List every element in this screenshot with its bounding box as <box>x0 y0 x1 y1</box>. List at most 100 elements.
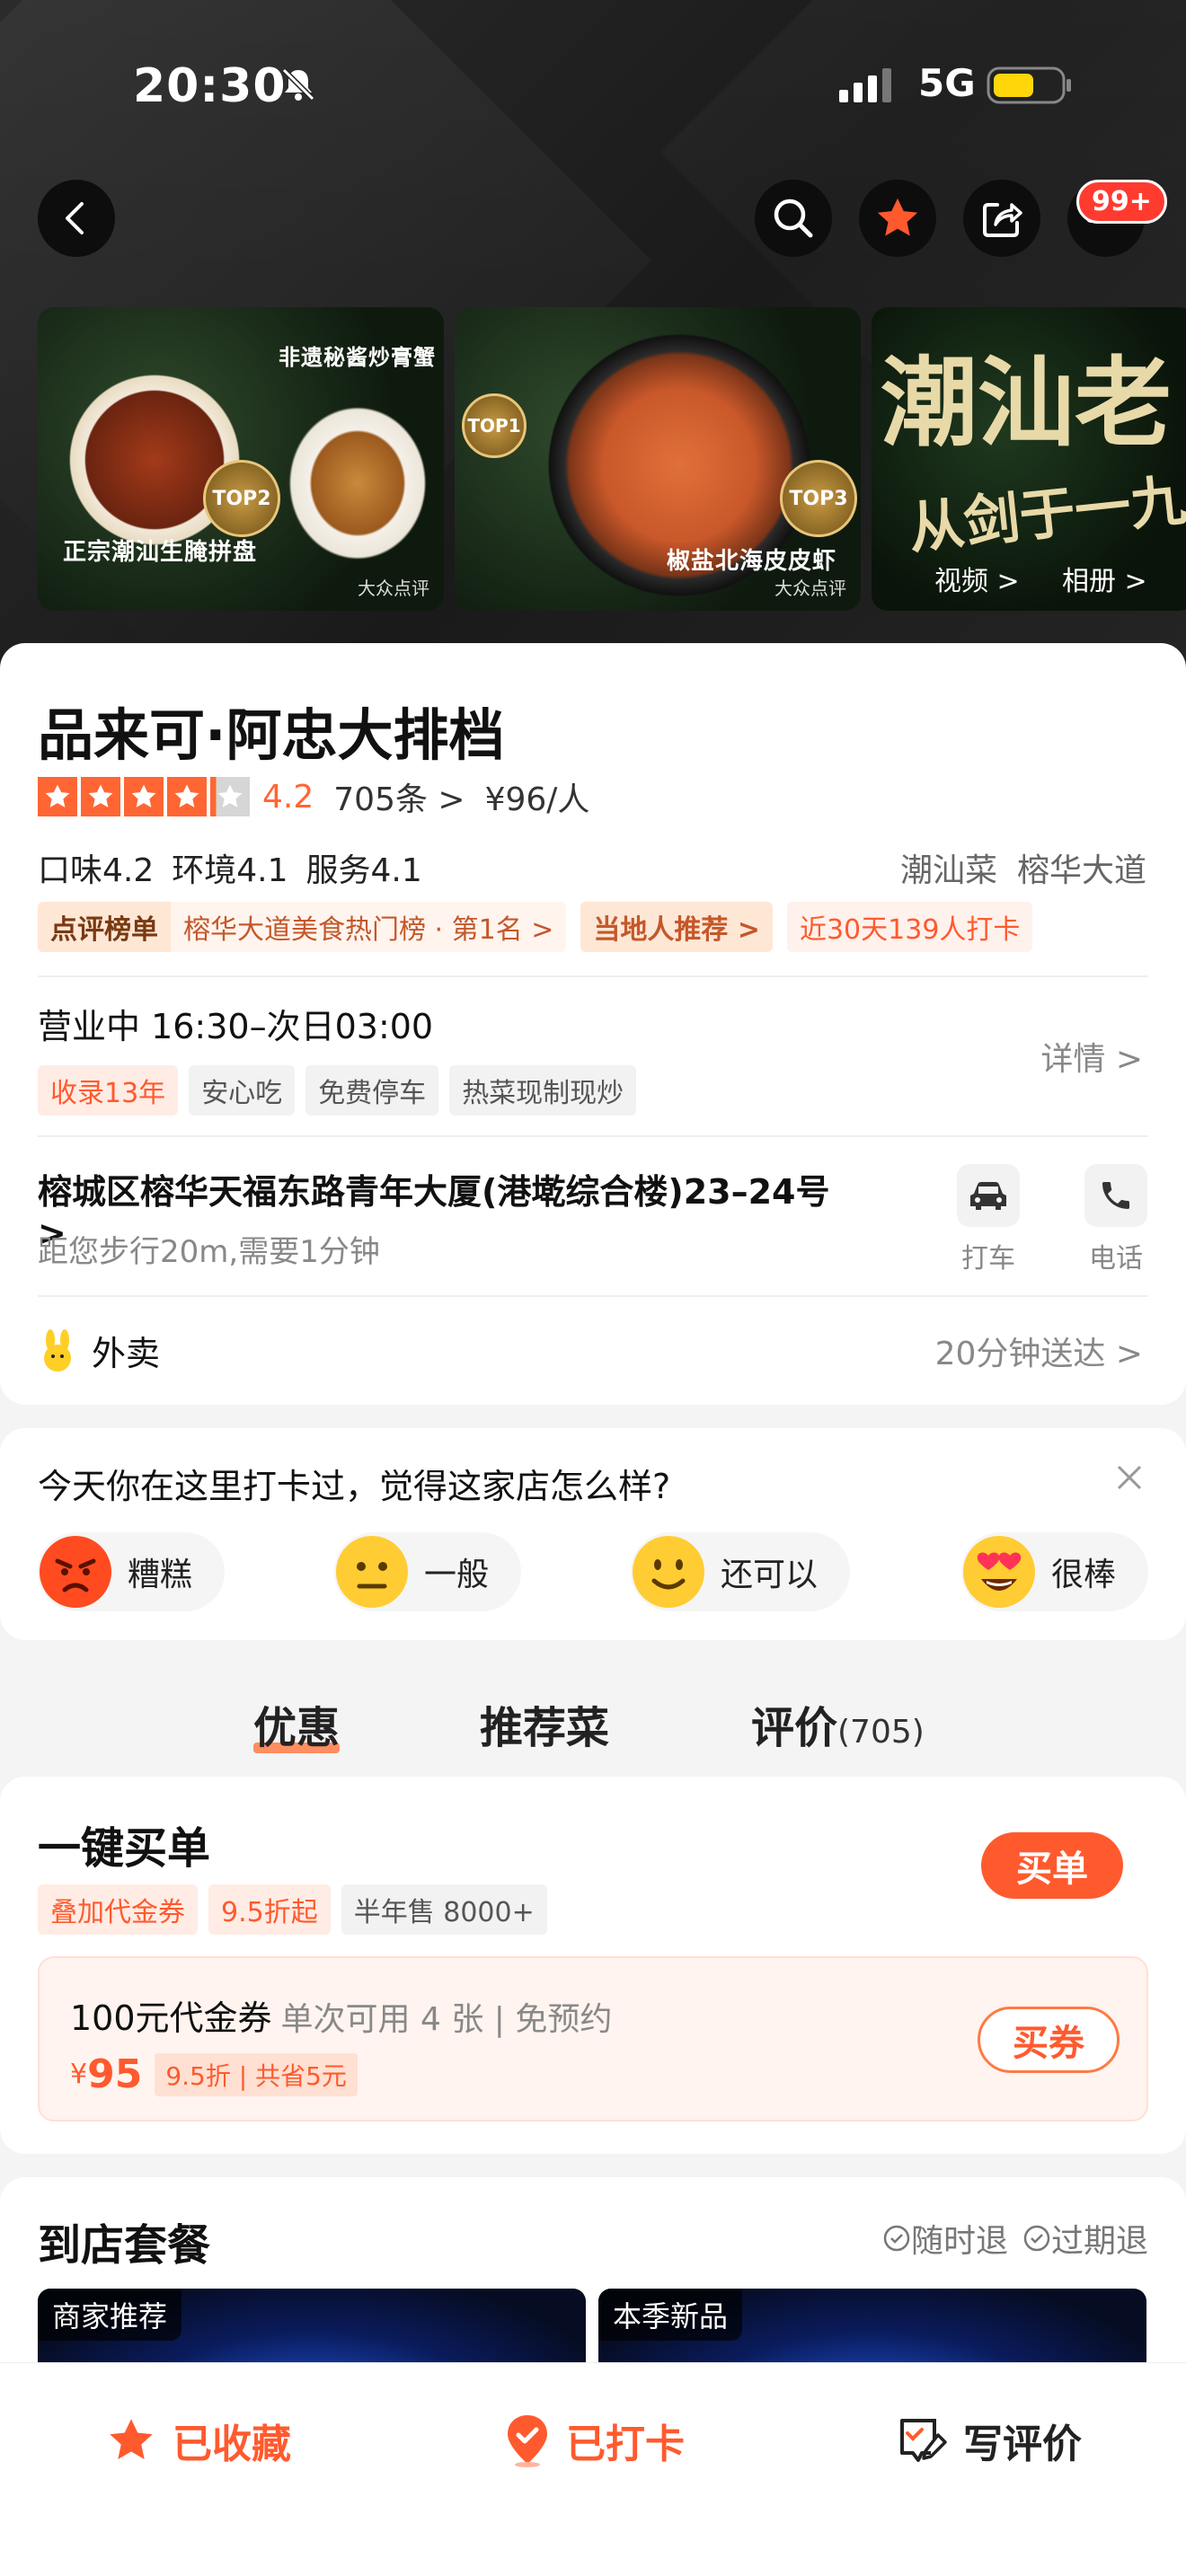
hours-detail-link[interactable]: 详情 > <box>1040 1033 1143 1080</box>
status-bar: 20:30 5G <box>0 54 1186 126</box>
watermark: 大众点评 <box>358 578 429 599</box>
buy-voucher-button[interactable]: 买券 <box>978 2007 1120 2073</box>
category-cuisine[interactable]: 潮汕菜 <box>900 852 997 889</box>
score-service: 服务4.1 <box>305 852 422 889</box>
feedback-option-average[interactable]: 一般 <box>334 1532 522 1611</box>
photo-caption: 椒盐北海皮皮虾 <box>667 548 837 575</box>
gallery-photo-1[interactable]: 非遗秘酱炒膏蟹 正宗潮汕生腌拼盘 TOP2 大众点评 <box>38 307 444 611</box>
status-time: 20:30 <box>133 59 287 113</box>
quick-pay-tags: 叠加代金券 9.5折起 半年售 8000+ <box>38 1884 547 1935</box>
check-circle-icon <box>883 2225 910 2252</box>
pay-bill-button[interactable]: 买单 <box>981 1832 1123 1899</box>
star-icon <box>167 777 207 816</box>
star-rating <box>38 777 250 816</box>
star-icon <box>38 777 77 816</box>
taxi-button[interactable]: 打车 <box>943 1164 1033 1275</box>
car-icon <box>957 1164 1020 1227</box>
score-taste: 口味4.2 <box>38 852 155 889</box>
rating-score: 4.2 <box>262 778 314 816</box>
photo-caption: 非遗秘酱炒膏蟹 <box>279 345 436 370</box>
cell-signal-icon <box>839 68 891 102</box>
rank-label[interactable]: 点评榜单 <box>38 902 171 952</box>
favorite-button[interactable] <box>859 180 936 257</box>
quick-pay-title: 一键买单 <box>38 1823 211 1874</box>
policy-refund-anytime: 随时退 <box>882 2215 1008 2262</box>
mute-bell-icon <box>281 67 315 101</box>
voucher-item[interactable]: 100元代金券 单次可用 4 张 | 免预约 ¥ 95 9.5折 | 共省5元 买… <box>38 1956 1148 2122</box>
feedback-options: 糟糕 一般 还可以 很棒 <box>38 1532 1148 1611</box>
phone-button[interactable]: 电话 <box>1071 1164 1161 1275</box>
policy-refund-expired: 过期退 <box>1022 2215 1148 2262</box>
photo-caption: 正宗潮汕生腌拼盘 <box>63 539 258 566</box>
checkin-feedback-card: 今天你在这里打卡过，觉得这家店怎么样? 糟糕 一般 还可以 很棒 <box>0 1428 1186 1640</box>
score-environment: 环境4.1 <box>172 852 288 889</box>
local-recommend-tag[interactable]: 当地人推荐 > <box>580 902 773 952</box>
review-count-link[interactable]: 705条 > <box>333 773 465 820</box>
shop-info-card: 品来可·阿忠大排档 4.2 705条 > ¥96/人 口味4.2 环境4.1 服务4… <box>0 643 1186 1405</box>
takeout-label: 外卖 <box>92 1334 161 1373</box>
gallery-photo-3[interactable]: 潮汕老 从剑于一九 视频 > 相册 > <box>872 307 1186 611</box>
takeout-row[interactable]: 外卖 <box>38 1326 160 1375</box>
avg-price: ¥96/人 <box>484 781 590 818</box>
deal-tag: 叠加代金券 <box>38 1884 198 1935</box>
voucher-title: 100元代金券 <box>70 1998 272 2038</box>
voucher-discount: 9.5折 | 共省5元 <box>155 2052 358 2096</box>
feedback-question: 今天你在这里打卡过，觉得这家店怎么样? <box>38 1467 671 1506</box>
star-icon <box>81 777 120 816</box>
quick-pay-card: 一键买单 买单 叠加代金券 9.5折起 半年售 8000+ 100元代金券 单次可… <box>0 1777 1186 2154</box>
taxi-label: 打车 <box>961 1243 1015 1275</box>
ranking-tags: 点评榜单 榕华大道美食热门榜 · 第1名 > 当地人推荐 > 近30天139人打… <box>38 902 1033 952</box>
feedback-label: 糟糕 <box>128 1557 193 1593</box>
check-circle-icon <box>1023 2225 1050 2252</box>
rank-text[interactable]: 榕华大道美食热门榜 · 第1名 > <box>171 902 567 952</box>
album-link[interactable]: 相册 > <box>1062 559 1147 598</box>
video-link[interactable]: 视频 > <box>934 559 1020 598</box>
angry-face-icon <box>40 1536 111 1608</box>
calligraphy-subtitle: 从剑于一九 <box>905 466 1186 561</box>
tab-recommended-dishes[interactable]: 推荐菜 <box>480 1692 609 1755</box>
checked-in-button[interactable]: 已打卡 <box>503 2412 685 2469</box>
phone-label: 电话 <box>1089 1243 1143 1275</box>
feedback-option-great[interactable]: 很棒 <box>961 1532 1148 1611</box>
feedback-option-bad[interactable]: 糟糕 <box>38 1532 226 1611</box>
neutral-face-icon <box>336 1536 408 1608</box>
package-label: 商家推荐 <box>38 2289 182 2341</box>
refund-policies: 随时退 过期退 <box>882 2215 1148 2262</box>
back-arrow-icon <box>66 202 84 234</box>
search-button[interactable] <box>755 180 832 257</box>
rank-medal: TOP2 <box>203 460 280 537</box>
category-area[interactable]: 榕华大道 <box>1017 852 1146 889</box>
checkin-count-tag: 近30天139人打卡 <box>786 902 1033 952</box>
tab-label: 评价 <box>751 1703 838 1753</box>
delivery-time[interactable]: 20分钟送达 > <box>935 1328 1143 1374</box>
bottom-action-bar: 已收藏 已打卡 写评价 <box>0 2362 1186 2576</box>
business-hours: 营业中 16:30–次日03:00 <box>38 1007 434 1046</box>
feature-chip: 收录13年 <box>38 1065 179 1116</box>
walking-distance: 距您步行20m,需要1分钟 <box>38 1234 380 1270</box>
gallery-photo-2[interactable]: TOP1 TOP3 椒盐北海皮皮虾 大众点评 <box>455 307 861 611</box>
sub-scores: 口味4.2 环境4.1 服务4.1 <box>38 844 440 891</box>
feedback-option-ok[interactable]: 还可以 <box>631 1532 851 1611</box>
voucher-price-row: ¥ 95 9.5折 | 共省5元 <box>70 2051 358 2097</box>
voucher-price: 95 <box>87 2051 143 2097</box>
battery-icon <box>987 66 1071 104</box>
calligraphy-title: 潮汕老 <box>881 347 1173 460</box>
write-review-button[interactable]: 写评价 <box>895 2412 1082 2469</box>
watermark: 大众点评 <box>774 578 846 599</box>
star-filled-icon <box>877 198 918 236</box>
categories: 潮汕菜 榕华大道 <box>881 844 1146 891</box>
smile-face-icon <box>633 1536 704 1608</box>
close-icon[interactable] <box>1116 1464 1143 1491</box>
photo-gallery[interactable]: 非遗秘酱炒膏蟹 正宗潮汕生腌拼盘 TOP2 大众点评 TOP1 TOP3 椒盐北… <box>38 307 1186 611</box>
feedback-label: 很棒 <box>1050 1557 1116 1593</box>
divider <box>38 975 1148 977</box>
back-button[interactable] <box>38 180 115 257</box>
favorited-button[interactable]: 已收藏 <box>104 2412 291 2469</box>
tab-deals[interactable]: 优惠 <box>253 1692 341 1755</box>
shop-name: 品来可·阿忠大排档 <box>38 702 505 768</box>
tab-reviews[interactable]: 评价(705) <box>751 1692 925 1755</box>
network-type: 5G <box>918 61 976 105</box>
write-review-label: 写评价 <box>963 2422 1082 2467</box>
currency-symbol: ¥ <box>70 2059 88 2090</box>
share-button[interactable] <box>963 180 1040 257</box>
